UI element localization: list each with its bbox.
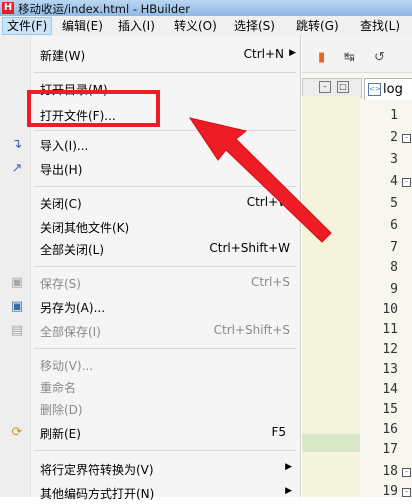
annotation-arrow-shape <box>188 117 332 243</box>
annotation-arrow <box>188 117 332 243</box>
